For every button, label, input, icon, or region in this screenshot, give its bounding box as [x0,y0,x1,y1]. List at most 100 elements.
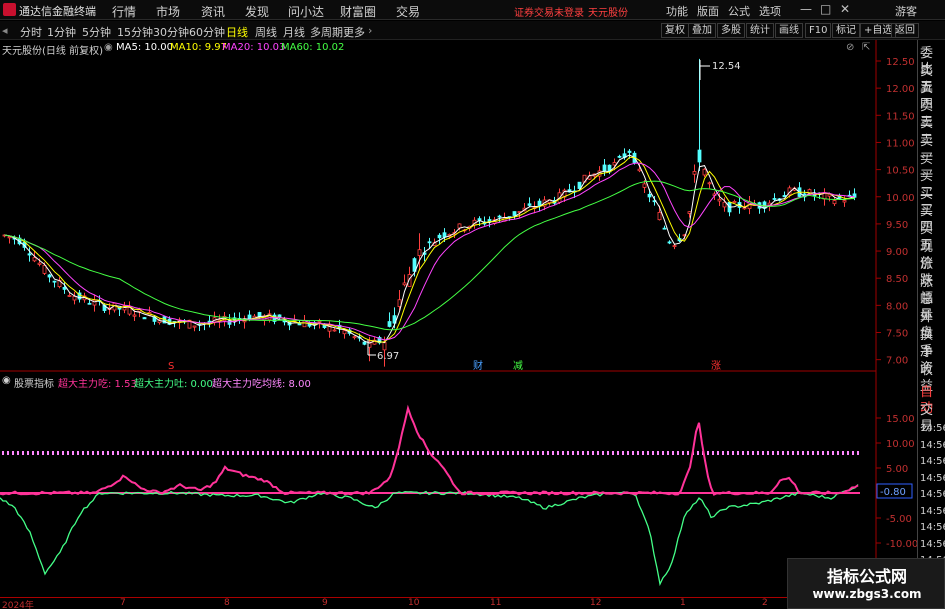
quote-panel: 委比 卖五 卖四 卖三 卖二 卖一 买一 买二 买三 买四 买五 现价 涨跌 涨幅 总量 外盘 换手 净资 收益 自动… [917,40,945,609]
menu-item-discover[interactable]: 发现 [245,3,269,20]
price-tick-label: 7.00 [886,356,908,367]
indicator-tick-label: 10.00 [886,439,915,450]
overlay-button[interactable]: 叠加 [688,23,716,38]
menu-item-news[interactable]: 资讯 [201,3,225,20]
candle-body [717,198,722,202]
candle-body [437,234,442,239]
ma10-label: MA10: 9.97 [170,42,228,53]
candle-body [7,236,12,239]
event-marker-s[interactable]: S [168,361,174,372]
date-tick: 7 [120,598,126,608]
candle-body [692,171,697,175]
layout-button[interactable]: 版面 [697,3,719,19]
left-arrow-icon[interactable]: ◂ [2,24,8,37]
price-tick-label: 9.00 [886,247,908,258]
candle-body [702,168,707,176]
menu-item-trade[interactable]: 交易 [396,3,420,20]
options-button[interactable]: 选项 [759,3,781,19]
price-tick-label: 10.50 [886,166,915,177]
indicator-tick-label: -5.00 [886,514,912,525]
candle-body [352,336,357,339]
price-tick-label: 7.50 [886,329,908,340]
price-tick-label: 11.50 [886,111,915,122]
formula-button[interactable]: 公式 [728,3,750,19]
menu-item-wealth[interactable]: 财富圈 [340,3,376,20]
f10-button[interactable]: F10 [805,23,832,38]
indicator-tick-label: -10.00 [886,539,917,550]
candlestick-chart[interactable]: 12.50 12.00 11.50 11.00 10.50 10.00 9.50 9.00 8.… [0,40,917,372]
price-tick-label: 8.00 [886,301,908,312]
tick-time: 14:56 [920,522,945,533]
candle-body [127,307,132,315]
period-60min[interactable]: 60分钟 [189,24,225,40]
event-marker-rise[interactable]: 涨 [711,360,721,372]
broker-login-status[interactable]: 证券交易未登录 [514,4,584,19]
indicator-name: 股票指标 [14,379,54,390]
expand-icon[interactable]: ⇱ [862,42,870,53]
candle-body [402,282,407,286]
chevron-right-icon[interactable]: › [368,24,372,37]
multi-stock-button[interactable]: 多股 [717,23,745,38]
indicator-spit-label: 超大主力吐: 0.00 [134,379,213,390]
event-marker-finance[interactable]: 财 [473,359,483,372]
candle-body [612,162,617,166]
date-tick: 12 [590,598,602,608]
close-icon[interactable]: ✕ [840,2,850,16]
price-tick-label: 12.00 [886,84,915,95]
tick-time: 14:56 [920,456,945,467]
watermark-url: www.zbgs3.com [812,587,922,601]
period-30min[interactable]: 30分钟 [153,24,189,40]
adjust-button[interactable]: 复权 [661,23,689,38]
date-tick: 2024年 [2,601,34,609]
date-tick: 1 [680,598,686,608]
mark-button[interactable]: 标记 [832,23,860,38]
ma-toggle-icon[interactable]: ◉ [104,42,113,53]
period-1min[interactable]: 1分钟 [47,24,76,40]
back-button[interactable]: 返回 [891,23,919,38]
candle-body [332,329,337,332]
function-button[interactable]: 功能 [666,3,688,19]
candle-body [617,155,622,158]
close-chart-icon[interactable]: ⊘ [846,42,854,53]
period-5min[interactable]: 5分钟 [82,24,111,40]
date-tick: 2 [762,598,768,608]
minimize-icon[interactable]: — [800,2,812,16]
menu-item-market[interactable]: 市场 [156,3,180,20]
candle-body [47,274,52,278]
menu-item-quotes[interactable]: 行情 [112,3,136,20]
watermark-title: 指标公式网 [826,567,907,586]
indicator-toggle-icon[interactable]: ◉ [2,375,11,386]
candle-body [37,262,42,265]
period-monthly[interactable]: 月线 [283,24,305,40]
indicator-tick-label: 5.00 [886,464,908,475]
maximize-icon[interactable]: □ [820,2,831,16]
period-15min[interactable]: 15分钟 [117,24,153,40]
guest-user[interactable]: 游客 [895,3,917,19]
indicator-chart[interactable]: 15.0010.005.000.00-5.00-10.00 -0.80 [0,372,917,597]
period-multi[interactable]: 多周期 [310,24,343,40]
candle-body [362,341,367,345]
stats-button[interactable]: 统计 [746,23,774,38]
candle-body [382,342,387,351]
period-tick[interactable]: 分时 [20,24,42,40]
candle-body [602,164,607,172]
candle-body [442,232,447,238]
candle-body [87,302,92,305]
menu-item-ask[interactable]: 问小达 [288,3,324,20]
date-axis: 2024年 7 8 9 10 11 12 1 2 [0,597,875,609]
date-tick: 8 [224,598,230,608]
price-tick-label: 9.50 [886,220,908,231]
candle-body [722,201,727,208]
price-axis: 12.50 12.00 11.50 11.00 10.50 10.00 9.50 9.00 8.… [876,57,915,367]
indicator-axis: 15.0010.005.000.00-5.00-10.00 [876,414,917,550]
candle-body [387,321,392,327]
draw-line-button[interactable]: 画线 [775,23,803,38]
candle-body [227,320,232,325]
tick-time: 14:56 [920,439,945,451]
period-daily[interactable]: 日线 [226,24,248,40]
event-marker-reduce[interactable]: 减 [513,360,523,372]
period-more[interactable]: 更多 [343,24,365,40]
price-tick-label: 10.00 [886,193,915,204]
period-weekly[interactable]: 周线 [255,24,277,40]
current-stock-name: 天元股份 [588,8,628,19]
